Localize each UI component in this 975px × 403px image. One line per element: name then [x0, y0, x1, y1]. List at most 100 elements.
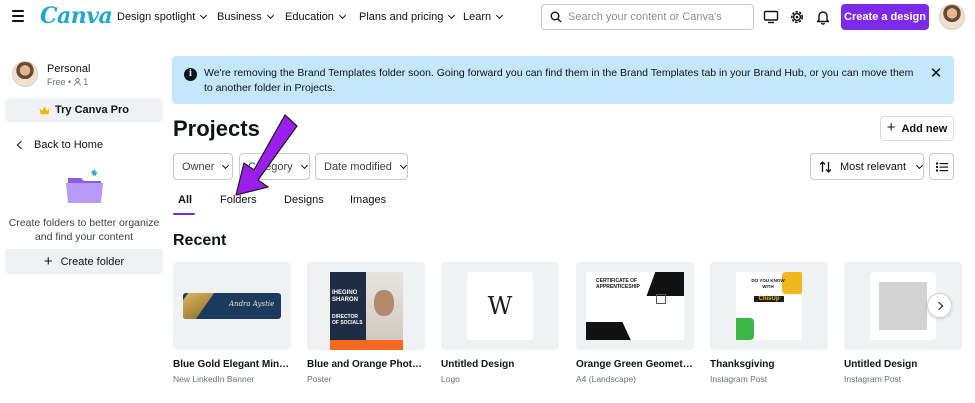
filter-label: Owner: [182, 160, 215, 173]
nav-business[interactable]: Business: [217, 11, 274, 23]
chevron-down-icon: [200, 11, 208, 20]
thumbnail-text: CERTIFICATE OF APPRENTICESHIP: [596, 278, 640, 290]
thumbnail-text: Andra Aystie: [229, 300, 275, 308]
search-input[interactable]: [568, 11, 738, 23]
info-icon: i: [184, 68, 197, 81]
chevron-right-icon: [934, 301, 943, 310]
chevron-down-icon: [300, 161, 308, 169]
design-thumbnail[interactable]: W: [441, 262, 559, 350]
profile-avatar[interactable]: [12, 61, 38, 87]
nav-plans-and-pricing[interactable]: Plans and pricing: [359, 11, 456, 23]
recent-heading: Recent: [173, 232, 227, 249]
design-thumbnail[interactable]: Andra Aystie: [173, 262, 291, 350]
sidebar: Personal Free • 1 Try Canva Pro Back to …: [0, 41, 170, 403]
plus-icon: +: [43, 252, 53, 270]
nav-label: Learn: [463, 11, 492, 23]
thumbnail-subtext: DIRECTOR OF SOCIALS: [332, 314, 363, 326]
active-tab-indicator: [173, 213, 195, 215]
next-arrow-button[interactable]: [927, 293, 952, 318]
chevron-down-icon: [266, 11, 274, 20]
nav-label: Business: [217, 11, 262, 23]
try-canva-pro-button[interactable]: Try Canva Pro: [5, 98, 163, 122]
thumbnail-text: DO YOU KNOW WITH: [751, 278, 785, 289]
menu-icon[interactable]: [12, 10, 24, 22]
design-card[interactable]: DO YOU KNOW WITH ChisUp Thanksgiving Ins…: [710, 262, 828, 384]
plan-label: Free •: [47, 77, 74, 87]
tab-images[interactable]: Images: [350, 194, 386, 206]
design-type: New LinkedIn Banner: [173, 374, 255, 384]
design-card[interactable]: IHEGINO SHARON DIRECTOR OF SOCIALS Blue …: [307, 262, 425, 384]
design-thumbnail[interactable]: CERTIFICATE OF APPRENTICESHIP: [576, 262, 694, 350]
chevron-left-icon: [16, 140, 26, 150]
nav-design-spotlight[interactable]: Design spotlight: [117, 11, 208, 23]
tab-designs[interactable]: Designs: [284, 194, 324, 206]
add-new-button[interactable]: + Add new: [880, 116, 954, 141]
bell-icon[interactable]: [814, 8, 832, 26]
filter-owner[interactable]: Owner: [173, 153, 233, 180]
create-folder-label: Create folder: [60, 255, 125, 268]
tab-all[interactable]: All: [178, 194, 192, 206]
design-title[interactable]: Untitled Design: [844, 359, 962, 370]
design-card[interactable]: W Untitled Design Logo: [441, 262, 559, 384]
try-pro-label: Try Canva Pro: [55, 104, 129, 116]
search-icon: [550, 11, 562, 23]
design-card[interactable]: Untitled Design Instagram Post: [844, 262, 962, 384]
sort-icon: [819, 160, 832, 173]
add-new-label: Add new: [901, 122, 948, 135]
thumbnail-subtext: ChisUp: [754, 296, 784, 302]
design-thumbnail[interactable]: DO YOU KNOW WITH ChisUp: [710, 262, 828, 350]
design-type: Poster: [307, 374, 332, 384]
design-card[interactable]: Andra Aystie Blue Gold Elegant Minim... …: [173, 262, 291, 384]
back-to-home-link[interactable]: Back to Home: [16, 139, 104, 151]
tab-folders[interactable]: Folders: [220, 194, 257, 206]
nav-education[interactable]: Education: [285, 11, 346, 23]
nav-label: Education: [285, 11, 334, 23]
profile-plan: Free • 1: [47, 77, 88, 87]
sort-dropdown[interactable]: Most relevant: [810, 153, 924, 180]
design-type: Instagram Post: [710, 374, 768, 384]
create-a-design-button[interactable]: Create a design: [841, 4, 929, 30]
account-avatar[interactable]: [939, 4, 965, 30]
thumbnail-text: W: [487, 292, 513, 320]
design-thumbnail[interactable]: IHEGINO SHARON DIRECTOR OF SOCIALS: [307, 262, 425, 350]
chevron-down-icon: [496, 11, 504, 20]
filter-label: Date modified: [324, 160, 392, 173]
chevron-down-icon: [338, 11, 346, 20]
list-view-icon[interactable]: [929, 153, 954, 180]
page-title: Projects: [173, 116, 260, 141]
filter-date-modified[interactable]: Date modified: [315, 153, 408, 180]
member-count: 1: [83, 77, 89, 87]
gear-icon[interactable]: [788, 8, 806, 26]
crown-icon: [39, 106, 50, 114]
chevron-down-icon: [222, 161, 230, 169]
folder-illustration-icon: [64, 166, 106, 206]
design-title[interactable]: Thanksgiving: [710, 359, 828, 370]
design-title[interactable]: Blue Gold Elegant Minim...: [173, 359, 291, 370]
filter-label: Category: [248, 160, 293, 173]
design-card[interactable]: CERTIFICATE OF APPRENTICESHIP Orange Gre…: [576, 262, 694, 384]
nav-label: Plans and pricing: [359, 11, 444, 23]
chevron-down-icon: [448, 11, 456, 20]
design-title[interactable]: Blue and Orange Photo C...: [307, 359, 425, 370]
sort-label: Most relevant: [840, 160, 907, 173]
design-title[interactable]: Orange Green Geometric ...: [576, 359, 694, 370]
desktop-icon[interactable]: [762, 8, 780, 26]
filter-category[interactable]: Category: [239, 153, 310, 180]
nav-label: Design spotlight: [117, 11, 196, 23]
plus-icon: +: [886, 119, 896, 136]
canva-logo[interactable]: Canva: [40, 3, 113, 29]
design-type: Logo: [441, 374, 460, 384]
chevron-down-icon: [915, 161, 924, 169]
nav-learn[interactable]: Learn: [463, 11, 504, 23]
back-home-label: Back to Home: [34, 139, 104, 151]
search-box: [541, 4, 754, 30]
profile-name[interactable]: Personal: [47, 63, 90, 75]
thumbnail-text: IHEGINO SHARON: [332, 290, 359, 303]
chevron-down-icon: [399, 161, 407, 169]
banner-text: We're removing the Brand Templates folde…: [204, 67, 914, 94]
close-icon[interactable]: ✕: [928, 66, 944, 82]
create-folder-button[interactable]: + Create folder: [5, 249, 163, 274]
notice-banner: i We're removing the Brand Templates fol…: [172, 56, 954, 104]
design-title[interactable]: Untitled Design: [441, 359, 559, 370]
person-icon: [73, 78, 81, 86]
